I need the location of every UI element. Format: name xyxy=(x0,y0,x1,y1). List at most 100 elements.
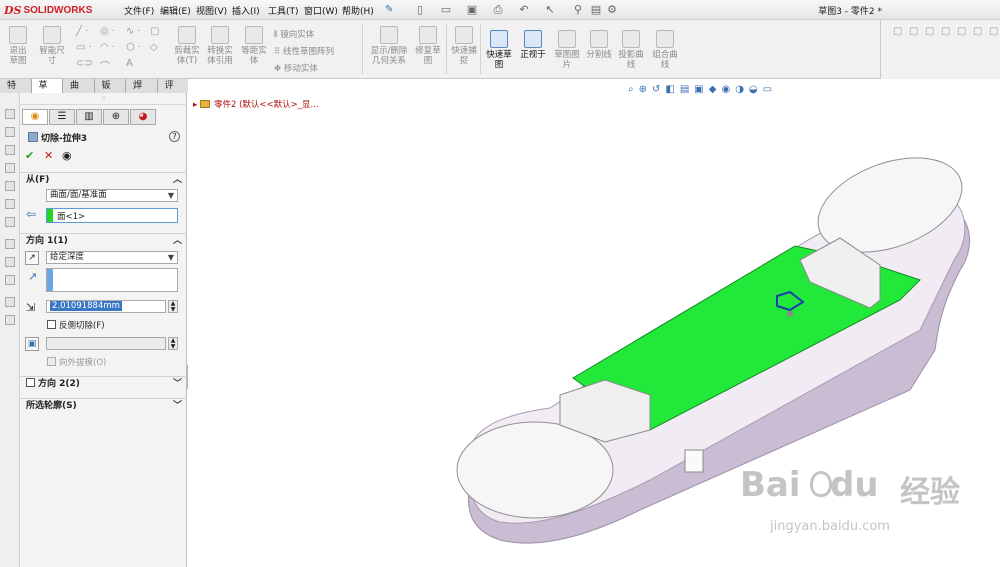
ribbon-right-icon-4[interactable]: ▢ xyxy=(941,26,950,37)
display-manager-tab-icon[interactable]: ◕ xyxy=(130,109,156,125)
rectangle-icon[interactable]: ▭ · xyxy=(76,42,92,53)
menu-window[interactable]: 窗口(W) xyxy=(304,4,338,17)
dimxpert-manager-tab-icon[interactable]: ⊕ xyxy=(103,109,129,125)
tab-1[interactable]: 草图 xyxy=(31,79,64,105)
previous-view-icon[interactable]: ↺ xyxy=(652,84,660,98)
display-style-icon[interactable]: ◆ xyxy=(709,84,717,98)
strip-icon-9[interactable] xyxy=(5,257,15,267)
view-orientation-icon[interactable]: ▣ xyxy=(694,84,703,98)
help-icon[interactable]: ? xyxy=(169,131,180,142)
section-view-icon[interactable]: ◧ xyxy=(665,84,674,98)
direction-selection-box[interactable] xyxy=(46,268,178,292)
smart-dimension-button[interactable]: 智能尺寸 xyxy=(38,26,66,66)
menu-insert[interactable]: 插入(I) xyxy=(232,4,260,17)
menu-help[interactable]: 帮助(H) xyxy=(342,4,374,17)
ribbon-right-icon-2[interactable]: ▢ xyxy=(909,26,918,37)
strip-icon-8[interactable] xyxy=(5,239,15,249)
polygon-icon[interactable]: ⬡ · xyxy=(126,42,141,53)
from-selection-item[interactable]: 面<1> xyxy=(57,210,85,222)
strip-icon-2[interactable] xyxy=(5,127,15,137)
from-selection-box[interactable]: 面<1> xyxy=(46,208,178,223)
configuration-manager-tab-icon[interactable]: ▥ xyxy=(76,109,102,125)
pin-icon[interactable]: ✎ xyxy=(385,4,393,15)
draft-icon[interactable]: ▣ xyxy=(25,337,39,351)
strip-icon-12[interactable] xyxy=(5,315,15,325)
slot-icon[interactable]: ⊂⊃ xyxy=(76,58,93,69)
menu-tools[interactable]: 工具(T) xyxy=(268,4,299,17)
flip-side-checkbox[interactable] xyxy=(47,320,56,329)
direction2-section-header[interactable]: 方向 2(2) ﹀ xyxy=(20,376,187,390)
file-props-icon[interactable]: ▤ xyxy=(590,4,602,16)
hide-show-items-icon[interactable]: ◉ xyxy=(721,84,730,98)
select-icon[interactable]: ↖ xyxy=(544,4,556,16)
point-icon[interactable]: ▢ xyxy=(150,26,159,37)
new-icon[interactable]: ▯ xyxy=(414,4,426,16)
strip-icon-10[interactable] xyxy=(5,275,15,285)
line-icon[interactable]: ╱ · xyxy=(76,26,88,37)
move-entities-button[interactable]: ✥ 移动实体 xyxy=(274,62,318,74)
cancel-x-icon[interactable]: ✕ xyxy=(44,149,53,162)
view-settings-icon[interactable]: ▭ xyxy=(763,84,772,98)
strip-icon-6[interactable] xyxy=(5,199,15,209)
ribbon-right-icon-6[interactable]: ▢ xyxy=(973,26,982,37)
plane-icon[interactable]: ◇ xyxy=(150,42,158,53)
quick-sketch-button[interactable]: 快速草图 xyxy=(484,30,514,70)
detailed-preview-eye-icon[interactable]: ◉ xyxy=(62,149,72,162)
end-condition-combo[interactable]: 给定深度 ▼ xyxy=(46,251,178,264)
offset-entities-button[interactable]: 等距实体 xyxy=(240,26,268,66)
reverse-direction-icon[interactable]: ↗ xyxy=(25,251,39,265)
strip-icon-5[interactable] xyxy=(5,181,15,191)
spline-icon[interactable]: ∿ · xyxy=(126,26,141,37)
selected-contours-header[interactable]: 所选轮廓(S) ﹀ xyxy=(20,398,187,412)
ribbon-right-icon-3[interactable]: ▢ xyxy=(925,26,934,37)
apply-scene-icon[interactable]: ◒ xyxy=(749,84,758,98)
arc-icon[interactable]: ◠ · xyxy=(100,42,115,53)
normal-to-button[interactable]: 正视于 xyxy=(518,30,548,60)
ribbon-right-icon-1[interactable]: ▢ xyxy=(893,26,902,37)
edit-appearance-icon[interactable]: ◑ xyxy=(735,84,744,98)
from-combo[interactable]: 曲面/面/基准面 ▼ xyxy=(46,189,178,202)
split-line-button[interactable]: 分割线 xyxy=(584,30,614,60)
ribbon-right-icon-5[interactable]: ▢ xyxy=(957,26,966,37)
depth-input[interactable]: 2.01091884mm xyxy=(46,300,166,313)
tab-4[interactable]: 焊件 xyxy=(126,79,158,105)
composite-curve-button[interactable]: 组合曲线 xyxy=(650,30,680,70)
trim-entities-button[interactable]: 剪裁实体(T) xyxy=(172,26,202,66)
undo-icon[interactable]: ↶ xyxy=(518,4,530,16)
ribbon-right-icon-7[interactable]: ▢ xyxy=(989,26,998,37)
text-tool-icon[interactable]: A xyxy=(126,58,133,69)
flip-direction-icon[interactable]: ⇦ xyxy=(26,207,36,221)
repair-sketch-button[interactable]: 修复草图 xyxy=(414,26,442,66)
feature-tree-flyout[interactable]: ▸ 零件2 (默认<<默认>_显... xyxy=(193,98,319,110)
direction2-checkbox[interactable] xyxy=(26,378,35,387)
strip-icon-4[interactable] xyxy=(5,163,15,173)
panel-handle[interactable]: ◦ xyxy=(20,93,187,105)
strip-icon-7[interactable] xyxy=(5,217,15,227)
save-icon[interactable]: ▣ xyxy=(466,4,478,16)
open-icon[interactable]: ▭ xyxy=(440,4,452,16)
strip-icon-3[interactable] xyxy=(5,145,15,155)
rebuild-icon[interactable]: ⚲ xyxy=(572,4,584,16)
projected-curve-button[interactable]: 投影曲线 xyxy=(616,30,646,70)
mirror-entities-button[interactable]: ⫴ 镜向实体 xyxy=(274,28,314,40)
rapid-snaps-button[interactable]: 快速捕捉 xyxy=(450,26,478,66)
tab-0[interactable]: 特征 xyxy=(0,79,32,105)
tab-5[interactable]: 评估 xyxy=(157,79,190,105)
tab-3[interactable]: 钣金 xyxy=(94,79,127,105)
from-section-header[interactable]: 从(F) ︿ xyxy=(20,172,187,186)
circle-icon[interactable]: ◎ · xyxy=(100,26,115,37)
sketch-picture-button[interactable]: 草图图片 xyxy=(552,30,582,70)
display-relations-button[interactable]: 显示/删除几何关系 xyxy=(368,26,410,66)
linear-pattern-button[interactable]: ⠿ 线性草图阵列 xyxy=(274,45,334,57)
zoom-to-area-icon[interactable]: ⊕ xyxy=(639,84,647,98)
options-icon[interactable]: ⚙ xyxy=(606,4,618,16)
menu-view[interactable]: 视图(V) xyxy=(196,4,227,17)
fillet-icon[interactable]: ⌒ xyxy=(100,58,110,73)
ok-check-icon[interactable]: ✔ xyxy=(25,149,34,162)
strip-icon-11[interactable] xyxy=(5,297,15,307)
menu-edit[interactable]: 编辑(E) xyxy=(160,4,191,17)
direction1-section-header[interactable]: 方向 1(1) ︿ xyxy=(20,233,187,247)
strip-icon-1[interactable] xyxy=(5,109,15,119)
exit-sketch-button[interactable]: 退出草图 xyxy=(6,26,30,66)
tab-2[interactable]: 曲面 xyxy=(63,79,95,105)
